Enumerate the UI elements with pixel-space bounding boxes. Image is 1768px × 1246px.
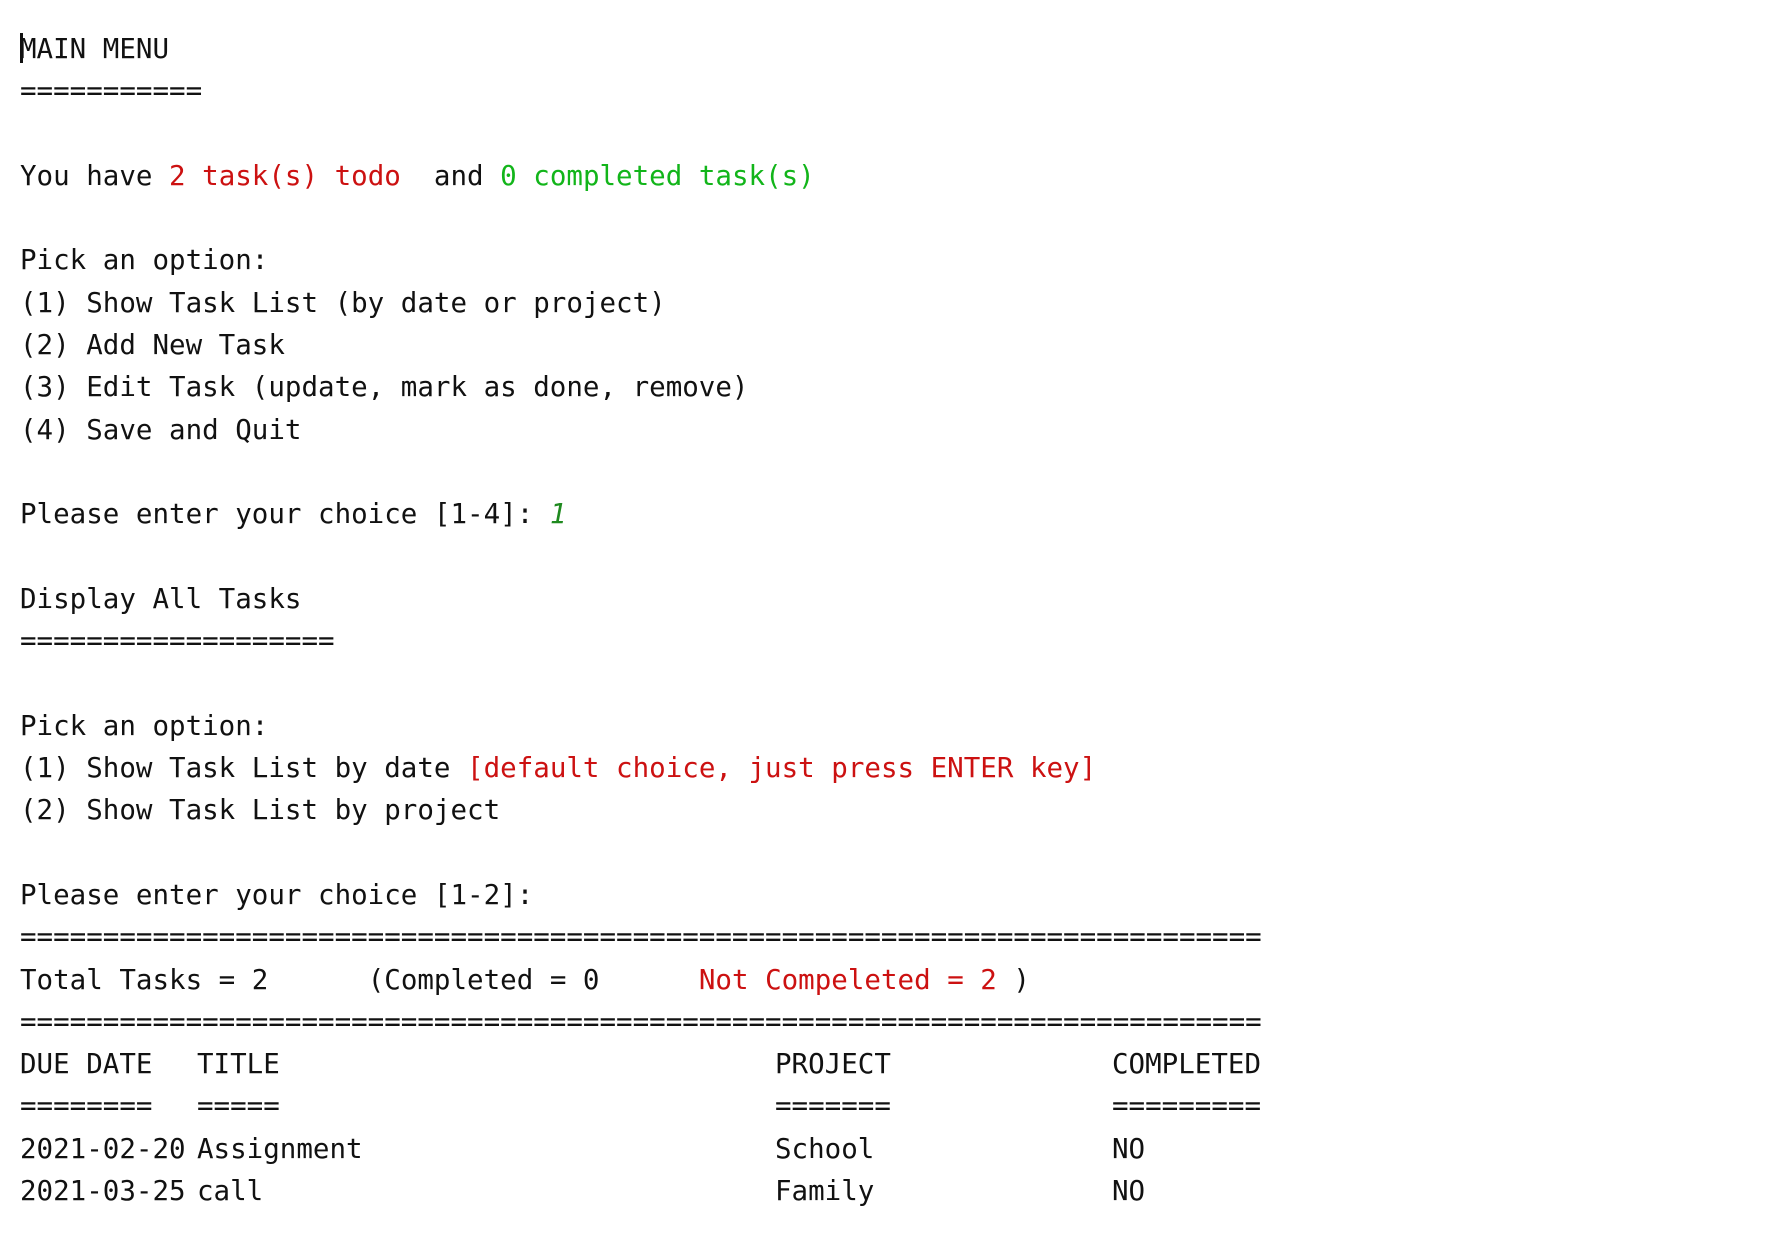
menu-option-save-quit: (4) Save and Quit	[20, 413, 302, 446]
display-tasks-prompt: Pick an option:	[20, 709, 269, 742]
main-choice-line[interactable]: Please enter your choice [1-4]: 1	[20, 493, 1262, 535]
summary-separator-top: ========================================…	[20, 921, 1262, 954]
text-cursor	[20, 33, 23, 63]
header-due-date: DUE DATE	[20, 1048, 153, 1081]
cell-title: call	[197, 1175, 264, 1208]
underline-project: =======	[775, 1090, 891, 1123]
main-choice-prompt: Please enter your choice [1-4]:	[20, 498, 550, 531]
cell-project: School	[775, 1132, 875, 1165]
underline-title: =====	[197, 1090, 280, 1123]
main-menu-title: MAIN MENU	[20, 33, 170, 65]
display-option-by-project: (2) Show Task List by project	[20, 794, 501, 827]
header-title: TITLE	[197, 1048, 280, 1081]
status-prefix: You have	[20, 159, 170, 192]
table-header-row: DUE DATE TITLE PROJECT COMPLETED	[20, 1043, 1262, 1085]
underline-completed: =========	[1112, 1090, 1262, 1123]
display-option-by-date: (1) Show Task List by date [default choi…	[20, 747, 1262, 789]
main-menu-prompt: Pick an option:	[20, 244, 269, 277]
cell-due-date: 2021-02-20	[20, 1132, 186, 1165]
table-header-underline-row: ======== ===== ======= =========	[20, 1085, 1262, 1127]
completed-count: 0	[500, 159, 517, 192]
total-tasks: Total Tasks = 2	[20, 963, 269, 996]
display-tasks-underline: ===================	[20, 625, 335, 658]
cell-project: Family	[775, 1175, 875, 1208]
cell-completed: NO	[1112, 1132, 1146, 1165]
summary-separator-bottom: ========================================…	[20, 1005, 1262, 1038]
main-menu-underline: ===========	[20, 75, 203, 108]
default-choice-hint: [default choice, just press ENTER key]	[467, 752, 1097, 785]
cell-title: Assignment	[197, 1132, 363, 1165]
main-choice-input[interactable]: 1	[550, 498, 567, 530]
terminal-output: MAIN MENU =========== You have 2 task(s)…	[20, 28, 1262, 1212]
cell-completed: NO	[1112, 1175, 1146, 1208]
completed-label: completed task(s)	[516, 159, 815, 192]
cell-due-date: 2021-03-25	[20, 1175, 186, 1208]
todo-count: 2	[169, 159, 186, 192]
option-by-date-label: (1) Show Task List by date	[20, 752, 468, 785]
task-status-line: You have 2 task(s) todo and 0 completed …	[20, 155, 1262, 197]
underline-due-date: ========	[20, 1090, 153, 1123]
not-completed-summary: Not Compeleted = 2	[698, 963, 1014, 996]
table-row: 2021-03-25 call Family NO	[20, 1170, 1262, 1212]
todo-label: task(s) todo	[185, 159, 401, 192]
completed-summary: (Completed = 0	[367, 963, 600, 996]
menu-option-show-tasks: (1) Show Task List (by date or project)	[20, 286, 666, 319]
summary-close: )	[1013, 963, 1030, 996]
menu-option-edit-task: (3) Edit Task (update, mark as done, rem…	[20, 371, 749, 404]
summary-line: Total Tasks = 2 (Completed = 0 Not Compe…	[20, 959, 1262, 1001]
status-middle: and	[400, 159, 501, 192]
menu-option-add-task: (2) Add New Task	[20, 329, 285, 362]
header-completed: COMPLETED	[1112, 1048, 1262, 1081]
header-project: PROJECT	[775, 1048, 891, 1081]
main-menu-title-line: MAIN MENU	[20, 28, 1262, 70]
display-tasks-title: Display All Tasks	[20, 582, 302, 615]
display-choice-prompt[interactable]: Please enter your choice [1-2]:	[20, 874, 1262, 916]
table-row: 2021-02-20 Assignment School NO	[20, 1128, 1262, 1170]
